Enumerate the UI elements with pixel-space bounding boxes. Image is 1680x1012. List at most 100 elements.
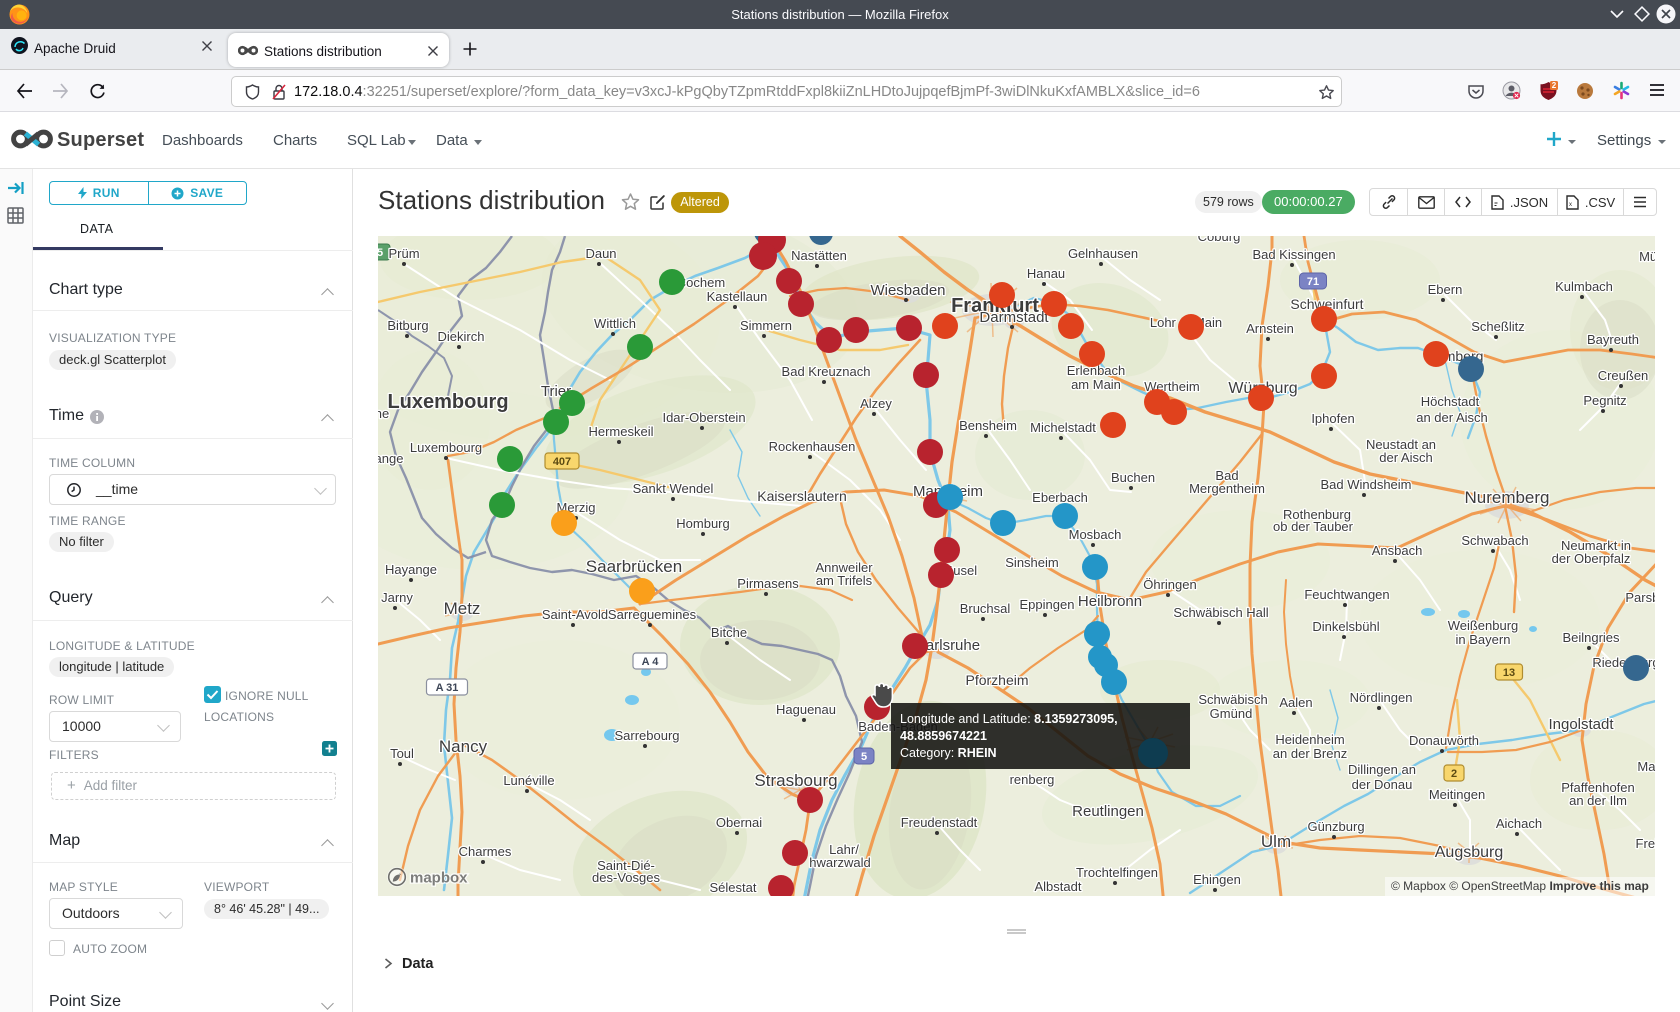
svg-text:in Bayern: in Bayern xyxy=(1456,632,1511,647)
svg-text:Jarny: Jarny xyxy=(381,590,413,605)
svg-text:ob der Tauber: ob der Tauber xyxy=(1273,519,1354,534)
svg-text:Mair: Mair xyxy=(1637,759,1655,774)
svg-text:Darmstadt: Darmstadt xyxy=(979,309,1049,326)
svg-text:Kaiserslautern: Kaiserslautern xyxy=(757,488,847,504)
svg-text:Saint-Avold: Saint-Avold xyxy=(542,607,608,622)
svg-text:2: 2 xyxy=(1552,81,1557,90)
svg-text:Michelstadt: Michelstadt xyxy=(1030,420,1096,435)
svg-text:Höchstadt: Höchstadt xyxy=(1421,394,1480,409)
svg-text:Toul: Toul xyxy=(390,746,414,761)
svg-text:Dinkelsbühl: Dinkelsbühl xyxy=(1312,619,1379,634)
svg-text:Eppingen: Eppingen xyxy=(1020,597,1075,612)
svg-text:13: 13 xyxy=(1503,667,1515,679)
svg-text:Arnstein: Arnstein xyxy=(1246,321,1294,336)
svg-text:Sarreguemines: Sarreguemines xyxy=(608,607,697,622)
svg-text:ne: ne xyxy=(378,406,389,421)
svg-text:Reutlingen: Reutlingen xyxy=(1072,803,1144,820)
svg-text:Luxembourg: Luxembourg xyxy=(410,440,482,455)
svg-text:Hanau: Hanau xyxy=(1027,266,1065,281)
svg-text:mapbox: mapbox xyxy=(410,870,468,887)
svg-text:Haguenau: Haguenau xyxy=(776,702,836,717)
svg-text:Wiesbaden: Wiesbaden xyxy=(870,282,945,299)
svg-text:an der Brenz: an der Brenz xyxy=(1273,746,1347,761)
svg-text:Bitburg: Bitburg xyxy=(387,318,428,333)
svg-text:Freudenstadt: Freudenstadt xyxy=(901,815,978,830)
svg-text:Nuremberg: Nuremberg xyxy=(1464,488,1549,507)
svg-text:am Main: am Main xyxy=(1071,377,1121,392)
svg-text:Creußen: Creußen xyxy=(1598,368,1649,383)
svg-text:Idar-Oberstein: Idar-Oberstein xyxy=(662,410,745,425)
svg-text:Heidenheim: Heidenheim xyxy=(1275,732,1344,747)
svg-text:Sinsheim: Sinsheim xyxy=(1005,555,1058,570)
svg-text:Augsburg: Augsburg xyxy=(1435,844,1504,861)
svg-text:Iphofen: Iphofen xyxy=(1311,411,1354,426)
svg-text:Bad Windsheim: Bad Windsheim xyxy=(1320,477,1411,492)
svg-text:Pforzheim: Pforzheim xyxy=(965,672,1028,688)
svg-text:Wittlich: Wittlich xyxy=(594,316,636,331)
svg-text:des-Vosges: des-Vosges xyxy=(592,870,660,885)
svg-text:Obernai: Obernai xyxy=(716,815,762,830)
svg-text:2: 2 xyxy=(1451,768,1457,780)
svg-text:Scheßlitz: Scheßlitz xyxy=(1471,319,1524,334)
svg-text:Albstadt: Albstadt xyxy=(1035,879,1082,894)
svg-text:der Donau: der Donau xyxy=(1352,777,1413,792)
svg-text:Hayange: Hayange xyxy=(385,562,437,577)
svg-text:Nördlingen: Nördlingen xyxy=(1350,690,1413,705)
svg-text:Diekirch: Diekirch xyxy=(438,329,485,344)
svg-text:Öhringen: Öhringen xyxy=(1143,577,1196,592)
svg-text:Rockenhausen: Rockenhausen xyxy=(769,439,856,454)
svg-text:Homburg: Homburg xyxy=(676,516,729,531)
svg-text:5: 5 xyxy=(861,751,867,763)
svg-text:Mosbach: Mosbach xyxy=(1069,527,1122,542)
svg-text:Aichach: Aichach xyxy=(1496,816,1542,831)
svg-text:Ingolstadt: Ingolstadt xyxy=(1548,716,1614,733)
svg-text:Coburg: Coburg xyxy=(1198,236,1241,244)
svg-text:Ehingen: Ehingen xyxy=(1193,872,1241,887)
svg-text:Bruchsal: Bruchsal xyxy=(960,601,1011,616)
svg-text:Weißenburg: Weißenburg xyxy=(1448,618,1519,633)
svg-text:Nancy: Nancy xyxy=(439,737,488,756)
svg-text:Simmern: Simmern xyxy=(740,318,792,333)
svg-text:Kulmbach: Kulmbach xyxy=(1555,279,1613,294)
svg-text:Strasbourg: Strasbourg xyxy=(754,771,837,790)
svg-text:5: 5 xyxy=(378,247,383,259)
svg-text:Saarbrücken: Saarbrücken xyxy=(586,557,682,576)
svg-text:Metz: Metz xyxy=(444,599,481,618)
svg-text:Mergentheim: Mergentheim xyxy=(1189,481,1265,496)
svg-text:Münc: Münc xyxy=(1639,249,1655,264)
svg-text:Alzey: Alzey xyxy=(860,396,892,411)
svg-text:Parsbe: Parsbe xyxy=(1625,590,1655,605)
svg-text:Prüm: Prüm xyxy=(388,246,419,261)
svg-text:71: 71 xyxy=(1307,276,1319,288)
svg-text:Schwabach: Schwabach xyxy=(1461,533,1528,548)
svg-text:Kastellaun: Kastellaun xyxy=(707,289,768,304)
svg-text:Bad Kreuznach: Bad Kreuznach xyxy=(782,364,871,379)
svg-text:Aalen: Aalen xyxy=(1279,695,1312,710)
svg-text:Bayreuth: Bayreuth xyxy=(1587,332,1639,347)
svg-text:Freis: Freis xyxy=(1636,836,1655,851)
svg-text:407: 407 xyxy=(553,456,571,468)
svg-text:Heilbronn: Heilbronn xyxy=(1078,593,1142,610)
svg-text:Pegnitz: Pegnitz xyxy=(1583,393,1626,408)
svg-text:Beilngries: Beilngries xyxy=(1562,630,1620,645)
svg-text:Dillingen an: Dillingen an xyxy=(1348,762,1416,777)
svg-text:Eberbach: Eberbach xyxy=(1032,490,1088,505)
svg-text:Schwäbisch Hall: Schwäbisch Hall xyxy=(1173,605,1268,620)
svg-text:Lunéville: Lunéville xyxy=(503,773,554,788)
svg-text:Bitche: Bitche xyxy=(711,625,747,640)
svg-text:Luxembourg: Luxembourg xyxy=(387,391,508,413)
svg-text:Ulm: Ulm xyxy=(1261,832,1291,851)
svg-text:A 4: A 4 xyxy=(642,656,660,668)
svg-text:Trochtelfingen: Trochtelfingen xyxy=(1076,865,1158,880)
svg-text:Meitingen: Meitingen xyxy=(1429,787,1485,802)
svg-text:an der Ilm: an der Ilm xyxy=(1569,793,1627,808)
svg-text:Günzburg: Günzburg xyxy=(1307,819,1364,834)
svg-text:Charmes: Charmes xyxy=(459,844,512,859)
svg-text:Gmünd: Gmünd xyxy=(1210,706,1253,721)
svg-text:Daun: Daun xyxy=(585,246,616,261)
svg-text:Feuchtwangen: Feuchtwangen xyxy=(1304,587,1389,602)
svg-text:Sarrebourg: Sarrebourg xyxy=(614,728,679,743)
svg-text:Nastätten: Nastätten xyxy=(791,248,847,263)
svg-text:der Oberpfalz: der Oberpfalz xyxy=(1552,551,1631,566)
svg-text:Schwäbisch: Schwäbisch xyxy=(1198,692,1267,707)
